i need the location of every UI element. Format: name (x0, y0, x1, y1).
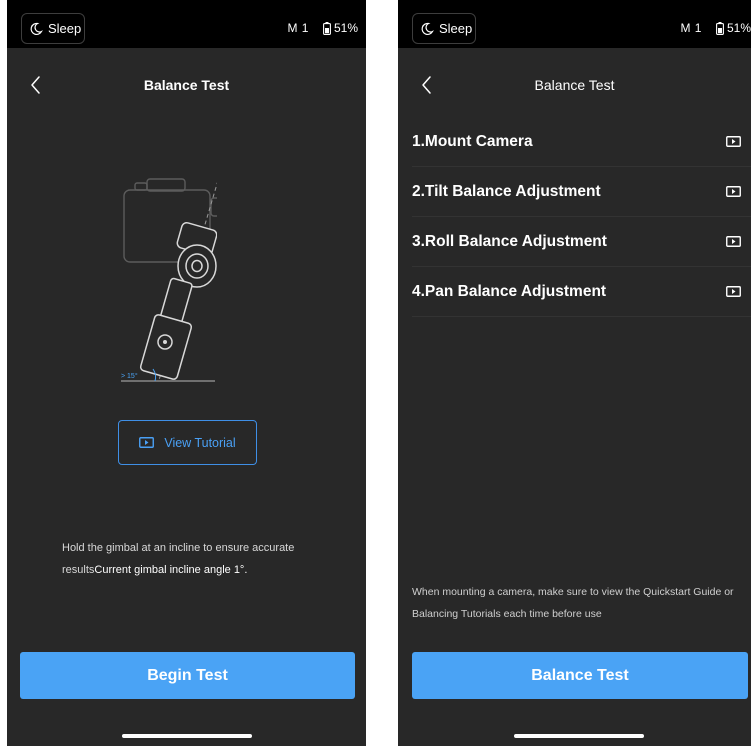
status-bar: Sleep M 1 51% (398, 0, 751, 48)
play-video-icon[interactable] (726, 186, 741, 197)
battery-percent: 51% (333, 21, 358, 35)
sleep-label: Sleep (439, 21, 473, 36)
step-label: 2.Tilt Balance Adjustment (412, 182, 601, 200)
gimbal-incline-illustration: > 15° (121, 178, 217, 382)
balance-steps-list: 1.Mount Camera 2.Tilt Balance Adjustment… (412, 117, 751, 317)
balance-steps-screen: Sleep M 1 51% Balance Test 1.Mount Camer… (398, 0, 751, 746)
page-title: Balance Test (534, 77, 615, 93)
moon-icon (30, 22, 43, 35)
begin-test-button[interactable]: Begin Test (20, 652, 355, 699)
battery-status: 51% (716, 21, 751, 35)
home-indicator[interactable] (514, 734, 644, 738)
sleep-button[interactable]: Sleep (21, 13, 85, 44)
step-label: 1.Mount Camera (412, 132, 533, 150)
incline-hint: Hold the gimbal at an incline to ensure … (62, 537, 352, 581)
mode-indicator: M 1 (287, 21, 309, 35)
mounting-footnote: When mounting a camera, make sure to vie… (412, 586, 734, 620)
battery-icon (323, 21, 331, 35)
page-title: Balance Test (143, 77, 230, 93)
home-indicator[interactable] (122, 734, 252, 738)
step-mount-camera[interactable]: 1.Mount Camera (412, 117, 751, 167)
step-label: 3.Roll Balance Adjustment (412, 232, 607, 250)
sleep-button[interactable]: Sleep (412, 13, 476, 44)
step-label: 4.Pan Balance Adjustment (412, 282, 607, 300)
play-video-icon[interactable] (726, 236, 741, 247)
battery-percent: 51% (726, 21, 751, 35)
status-bar: Sleep M 1 51% (7, 0, 366, 48)
play-video-icon[interactable] (726, 286, 741, 297)
balance-test-screen: Sleep M 1 51% Balance Test > 15° View Tu… (7, 0, 366, 746)
sleep-label: Sleep (48, 21, 82, 36)
mode-indicator: M 1 (680, 21, 702, 35)
step-pan-balance[interactable]: 4.Pan Balance Adjustment (412, 267, 751, 317)
view-tutorial-label: View Tutorial (164, 435, 236, 450)
play-video-icon[interactable] (726, 136, 741, 147)
angle-label: > 15° (121, 372, 138, 380)
balance-test-button[interactable]: Balance Test (412, 652, 748, 699)
moon-icon (421, 22, 434, 35)
play-video-icon (139, 437, 155, 448)
battery-status: 51% (323, 21, 358, 35)
battery-icon (716, 21, 724, 35)
step-tilt-balance[interactable]: 2.Tilt Balance Adjustment (412, 167, 751, 217)
incline-angle-readout: Current gimbal incline angle 1°. (94, 564, 248, 576)
view-tutorial-button[interactable]: View Tutorial (118, 420, 257, 465)
step-roll-balance[interactable]: 3.Roll Balance Adjustment (412, 217, 751, 267)
